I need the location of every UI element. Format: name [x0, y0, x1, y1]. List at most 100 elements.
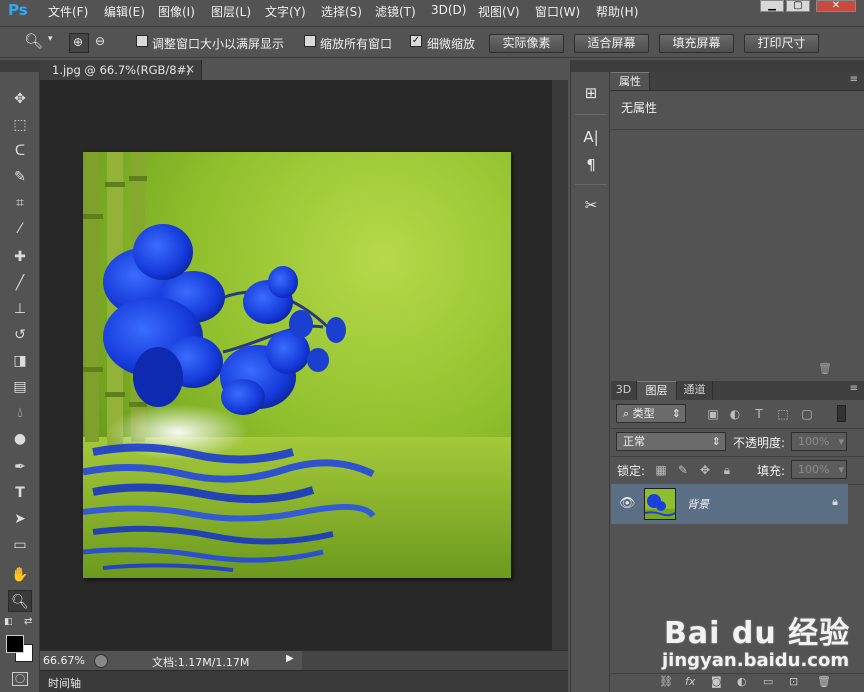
brush-tool-icon[interactable]: ╱	[8, 272, 32, 294]
pen-tool-icon[interactable]: ✒	[8, 456, 32, 478]
chevron-down-icon[interactable]: ▾	[48, 34, 53, 44]
opacity-label: 不透明度:	[733, 436, 786, 450]
lasso-tool-icon[interactable]: ᑕ	[8, 140, 32, 162]
document-image[interactable]	[83, 152, 511, 578]
lock-position-icon[interactable]: ✥	[697, 462, 713, 478]
eraser-tool-icon[interactable]: ◨	[8, 350, 32, 372]
history-brush-tool-icon[interactable]: ↺	[8, 324, 32, 346]
lock-image-icon[interactable]: ✎	[675, 462, 691, 478]
zoom-tool-icon[interactable]: 🔍︎	[8, 590, 32, 612]
tool-presets-icon[interactable]: ✂	[579, 194, 603, 216]
timeline-label: 时间轴	[48, 677, 81, 690]
paragraph-panel-icon[interactable]: ¶	[579, 154, 603, 176]
tab-3d[interactable]: 3D	[611, 381, 637, 400]
rectangle-tool-icon[interactable]: ▭	[8, 534, 32, 556]
shape-filter-icon[interactable]: ⬚	[775, 406, 791, 422]
quick-mask-icon[interactable]: ◯	[12, 672, 28, 686]
adjustment-filter-icon[interactable]: ◐	[727, 406, 743, 422]
type-tool-icon[interactable]: T	[8, 482, 32, 504]
character-panel-icon[interactable]: A|	[579, 126, 603, 148]
status-info-icon[interactable]	[94, 654, 108, 668]
horizontal-scrollbar[interactable]	[302, 651, 568, 671]
smart-object-filter-icon[interactable]: ▢	[799, 406, 815, 422]
blur-tool-icon[interactable]: 💧︎	[8, 402, 32, 424]
clone-stamp-tool-icon[interactable]: ⊥	[8, 298, 32, 320]
menu-window[interactable]: 窗口(W)	[535, 3, 580, 20]
menu-image[interactable]: 图像(I)	[158, 3, 195, 20]
menu-type[interactable]: 文字(Y)	[265, 3, 306, 20]
layer-name[interactable]: 背景	[687, 496, 709, 512]
properties-collapse-strip[interactable]	[611, 60, 864, 72]
tab-channels[interactable]: 通道	[677, 381, 713, 400]
fit-screen-button[interactable]: 适合屏幕	[574, 34, 649, 53]
zoom-all-windows-label: 缩放所有窗口	[320, 37, 393, 51]
document-size: 文档:1.17M/1.17M	[152, 656, 250, 669]
print-size-button[interactable]: 打印尺寸	[744, 34, 819, 53]
close-icon[interactable]: ×	[185, 62, 195, 76]
eye-icon[interactable]: 👁︎	[619, 496, 636, 511]
pixel-filter-icon[interactable]: ▣	[705, 406, 721, 422]
menu-filter[interactable]: 滤镜(T)	[375, 3, 416, 20]
marquee-tool-icon[interactable]: ⬚	[8, 114, 32, 136]
path-selection-tool-icon[interactable]: ➤	[8, 508, 32, 530]
zoom-tool-preset-icon[interactable]: 🔍︎	[24, 32, 43, 50]
menu-select[interactable]: 选择(S)	[321, 3, 362, 20]
vertical-scrollbar[interactable]	[552, 80, 568, 650]
resize-windows-label: 调整窗口大小以满屏显示	[152, 37, 285, 51]
zoom-out-icon[interactable]: ⊖	[95, 34, 105, 48]
dodge-tool-icon[interactable]: ●	[8, 428, 32, 450]
fill-label: 填充:	[757, 464, 786, 478]
minimize-button[interactable]: ▁	[760, 0, 784, 12]
timeline-panel-tab[interactable]: 时间轴	[40, 670, 568, 692]
panel-menu-icon[interactable]: ≡	[850, 74, 858, 85]
trash-icon[interactable]: 🗑︎	[818, 362, 832, 375]
close-button[interactable]: ✕	[816, 0, 856, 12]
menu-view[interactable]: 视图(V)	[478, 3, 520, 20]
menu-edit[interactable]: 编辑(E)	[104, 3, 145, 20]
swap-colors-icon[interactable]: ⇄	[24, 616, 32, 627]
scrubby-zoom-checkbox[interactable]: ✓	[410, 35, 422, 47]
healing-brush-tool-icon[interactable]: ✚	[8, 246, 32, 268]
menu-help[interactable]: 帮助(H)	[596, 3, 638, 20]
tab-properties[interactable]: 属性	[611, 72, 650, 91]
move-tool-icon[interactable]: ✥	[8, 88, 32, 110]
restore-button[interactable]: ▢	[786, 0, 810, 12]
document-tab[interactable]: 1.jpg @ 66.7%(RGB/8#) ×	[40, 60, 202, 80]
fill-screen-button[interactable]: 填充屏幕	[659, 34, 734, 53]
layer-row[interactable]: 👁︎ 背景 🔒︎	[611, 484, 848, 524]
resize-windows-checkbox[interactable]	[136, 35, 148, 47]
status-menu-arrow-icon[interactable]: ▶	[286, 653, 300, 668]
dock-separator	[575, 184, 607, 185]
layer-filter-dropdown[interactable]: ⌕ 类型 ⇕	[616, 404, 686, 423]
foreground-color-swatch[interactable]	[6, 635, 24, 653]
hand-tool-icon[interactable]: ✋	[8, 564, 32, 586]
type-filter-icon[interactable]: T	[751, 406, 767, 422]
tab-layers[interactable]: 图层	[637, 381, 677, 400]
lock-transparent-icon[interactable]: ▦	[653, 462, 669, 478]
lock-all-icon[interactable]: 🔒︎	[719, 462, 735, 478]
dock-collapse-strip[interactable]	[571, 60, 611, 72]
history-panel-icon[interactable]: ⊞	[579, 82, 603, 104]
blend-mode-value: 正常	[623, 435, 645, 448]
zoom-readout[interactable]: 66.67%	[43, 654, 85, 667]
filter-toggle[interactable]	[837, 405, 846, 422]
layer-filter-row: ⌕ 类型 ⇕ ▣ ◐ T ⬚ ▢	[611, 400, 864, 429]
panel-menu-icon[interactable]: ≡	[850, 383, 858, 394]
zoom-all-windows-checkbox[interactable]	[304, 35, 316, 47]
menu-layer[interactable]: 图层(L)	[211, 3, 251, 20]
actual-pixels-button[interactable]: 实际像素	[489, 34, 564, 53]
fill-field[interactable]: 100% ▾	[791, 460, 847, 479]
opacity-field[interactable]: 100% ▾	[791, 432, 847, 451]
menu-file[interactable]: 文件(F)	[48, 3, 88, 20]
toolbar-collapse-strip[interactable]	[0, 60, 40, 72]
default-colors-icon[interactable]: ◧	[4, 617, 13, 627]
zoom-in-icon[interactable]: ⊕	[69, 33, 89, 53]
document-tab-title: 1.jpg @ 66.7%(RGB/8#)	[52, 63, 191, 77]
blend-mode-dropdown[interactable]: 正常 ⇕	[616, 432, 726, 451]
menu-3d[interactable]: 3D(D)	[431, 3, 466, 17]
crop-tool-icon[interactable]: ⌗	[8, 192, 32, 214]
eyedropper-tool-icon[interactable]: ⁄	[8, 218, 32, 240]
quick-selection-tool-icon[interactable]: ✎	[8, 166, 32, 188]
layer-thumbnail[interactable]	[644, 488, 676, 520]
gradient-tool-icon[interactable]: ▤	[8, 376, 32, 398]
